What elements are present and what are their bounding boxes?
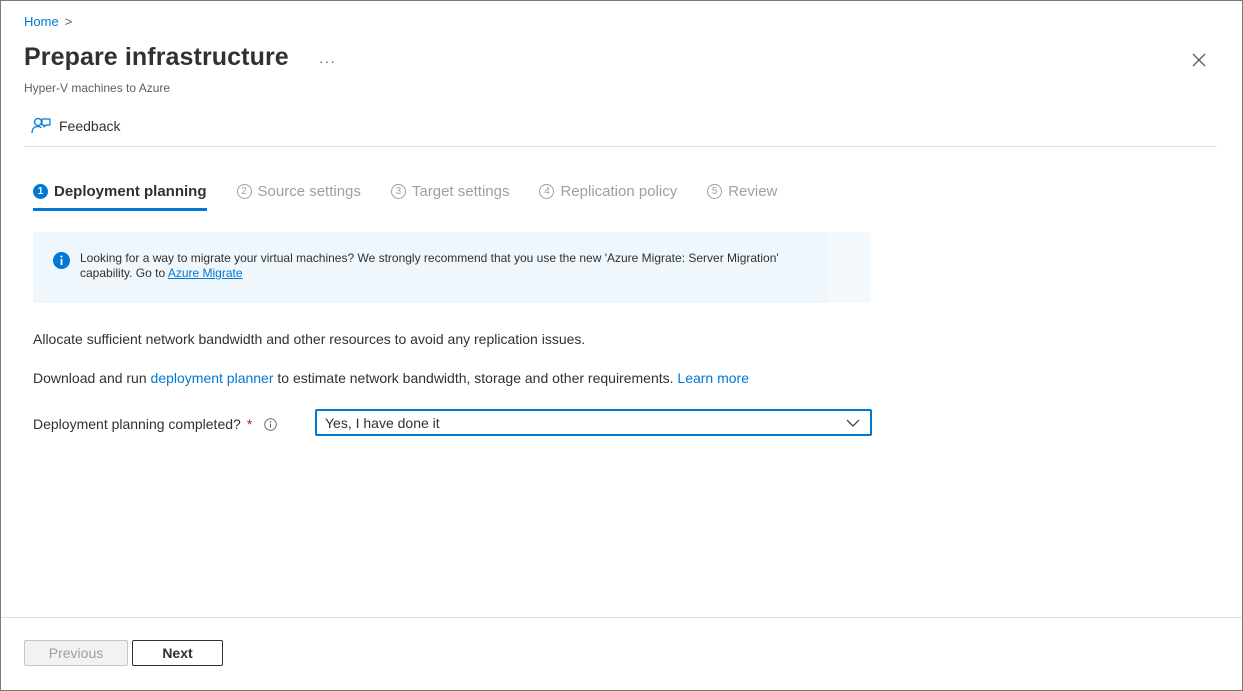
step-label: Deployment planning (54, 182, 207, 200)
footer-divider (1, 617, 1242, 618)
header-divider (24, 146, 1217, 147)
step-label: Source settings (257, 182, 361, 200)
breadcrumb: Home > (24, 14, 72, 29)
info-banner-text: Looking for a way to migrate your virtua… (80, 251, 820, 281)
deployment-planning-label: Deployment planning completed? * (33, 416, 278, 432)
planner-note-prefix: Download and run (33, 370, 151, 386)
wizard-steps: 1 Deployment planning 2 Source settings … (33, 179, 807, 211)
page-subtitle: Hyper-V machines to Azure (24, 81, 171, 95)
tab-source-settings[interactable]: 2 Source settings (236, 179, 361, 203)
step-number: 3 (390, 183, 406, 199)
wizard-panel: Home > Prepare infrastructure ··· Hyper-… (0, 0, 1243, 691)
step-number: 5 (707, 183, 723, 199)
step-number: 4 (539, 183, 555, 199)
chevron-down-icon (846, 419, 860, 427)
breadcrumb-home-link[interactable]: Home (24, 14, 59, 29)
feedback-icon (31, 117, 51, 134)
info-icon (53, 252, 70, 269)
step-number: 2 (236, 183, 252, 199)
chevron-right-icon: > (64, 14, 73, 29)
info-icon[interactable] (264, 417, 278, 431)
feedback-button[interactable]: Feedback (31, 117, 120, 135)
tab-review[interactable]: 5 Review (707, 179, 777, 203)
deployment-planner-link[interactable]: deployment planner (151, 370, 274, 386)
dropdown-value: Yes, I have done it (325, 414, 440, 431)
next-button[interactable]: Next (132, 640, 223, 666)
tab-target-settings[interactable]: 3 Target settings (390, 179, 510, 203)
step-label: Replication policy (560, 182, 678, 200)
more-icon[interactable]: ··· (319, 53, 336, 69)
info-banner-edge (827, 232, 871, 303)
learn-more-link[interactable]: Learn more (677, 370, 749, 386)
azure-migrate-link[interactable]: Azure Migrate (168, 266, 243, 280)
page-title: Prepare infrastructure (24, 43, 289, 71)
deployment-planning-dropdown[interactable]: Yes, I have done it (315, 409, 872, 436)
info-banner: Looking for a way to migrate your virtua… (33, 232, 871, 303)
close-icon[interactable] (1190, 51, 1208, 69)
bandwidth-note: Allocate sufficient network bandwidth an… (33, 331, 586, 347)
required-marker: * (246, 416, 253, 432)
planner-note-mid: to estimate network bandwidth, storage a… (273, 370, 678, 386)
step-label: Target settings (411, 182, 510, 200)
planner-note: Download and run deployment planner to e… (33, 370, 749, 386)
tab-deployment-planning[interactable]: 1 Deployment planning (33, 179, 207, 211)
field-label-text: Deployment planning completed? (33, 416, 241, 432)
previous-button[interactable]: Previous (24, 640, 128, 666)
step-number: 1 (33, 183, 48, 199)
step-label: Review (728, 182, 778, 200)
feedback-label: Feedback (59, 118, 121, 134)
tab-replication-policy[interactable]: 4 Replication policy (539, 179, 677, 203)
